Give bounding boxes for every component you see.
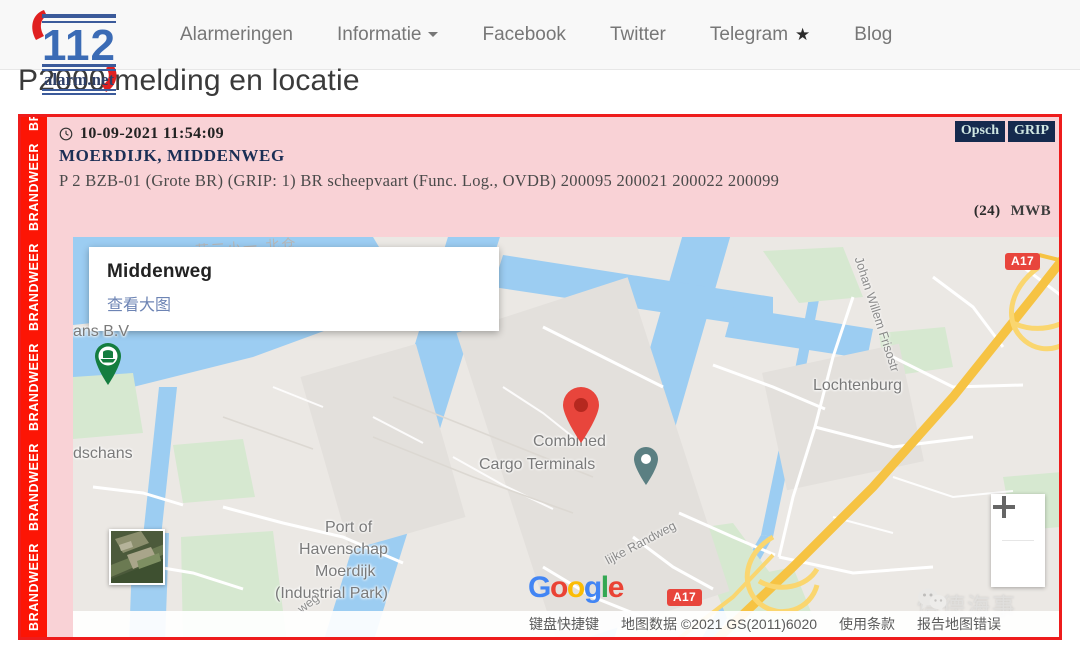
- view-larger-map-link[interactable]: 查看大图: [107, 291, 171, 315]
- brandweer-label: BRANDWEER: [27, 342, 41, 431]
- attrib-report-map-error[interactable]: 报告地图错误: [917, 614, 1001, 634]
- svg-text:alarm.net: alarm.net: [44, 70, 115, 89]
- brandweer-label: BRANDWEER: [27, 242, 41, 331]
- nav-item-alarmeringen[interactable]: Alarmeringen: [158, 24, 315, 46]
- brandweer-label: BRANDWEER: [27, 442, 41, 531]
- nav-label: Telegram: [709, 23, 789, 45]
- brandweer-label: BRANDWEER: [27, 542, 41, 631]
- attrib-terms-of-use[interactable]: 使用条款: [839, 614, 895, 634]
- google-logo-letter: e: [607, 571, 625, 604]
- clock-icon: [59, 127, 73, 141]
- map-canvas[interactable]: 荷三小一 北仓 Middenweg 查看大图 ans B.V dschans L…: [73, 237, 1059, 637]
- map-info-window[interactable]: Middenweg 查看大图: [89, 247, 499, 331]
- alert-footer: (24) MWB: [974, 203, 1051, 220]
- google-logo: Google: [528, 571, 625, 604]
- highway-shield-a17-bottom: A17: [667, 589, 702, 606]
- brandweer-side-bar: BRANDWEER BRANDWEER BRANDWEER BRANDWEER BRAN…: [21, 117, 47, 637]
- nav-item-twitter[interactable]: Twitter: [588, 24, 688, 46]
- attrib-keyboard-shortcuts[interactable]: 键盘快捷键: [529, 614, 599, 634]
- map-attribution-bar: 键盘快捷键 地图数据 ©2021 GS(2011)6020 使用条款 报告地图错…: [73, 611, 1059, 637]
- nav-label: Facebook: [482, 23, 566, 45]
- nav-item-blog[interactable]: Blog: [832, 24, 914, 46]
- badge-opsch[interactable]: Opsch: [954, 121, 1005, 142]
- alert-region: MWB: [1010, 203, 1051, 219]
- badge-grip[interactable]: GRIP: [1008, 121, 1055, 142]
- alert-location: MOERDIJK, MIDDENWEG: [59, 146, 285, 165]
- chevron-down-icon: [428, 32, 439, 37]
- star-icon: ★: [795, 25, 811, 44]
- alert-count: (24): [973, 203, 1001, 219]
- google-logo-letter: o: [566, 571, 585, 604]
- alert-description: P 2 BZB-01 (Grote BR) (GRIP: 1) BR schee…: [59, 171, 780, 190]
- top-navbar: Alarmeringen Informatie Facebook Twitter…: [0, 0, 1080, 70]
- alert-card: BRANDWEER BRANDWEER BRANDWEER BRANDWEER BRAN…: [18, 114, 1062, 640]
- google-logo-letter: G: [528, 571, 551, 604]
- nav-label: Twitter: [609, 23, 666, 45]
- nav-item-telegram[interactable]: Telegram ★: [688, 24, 832, 46]
- alert-text-block: Opsch GRIP 10-09-2021 11:54:09 MOERDIJK,…: [47, 117, 1059, 233]
- google-logo-letter: o: [549, 571, 568, 604]
- alert-timestamp: 10-09-2021 11:54:09: [80, 125, 225, 142]
- map-zoom-controls: [991, 494, 1045, 587]
- alert-timestamp-row: 10-09-2021 11:54:09: [59, 125, 1049, 143]
- nav-items: Alarmeringen Informatie Facebook Twitter…: [158, 24, 914, 46]
- google-logo-letter: l: [600, 571, 609, 604]
- attrib-map-data: 地图数据 ©2021 GS(2011)6020: [621, 616, 818, 632]
- nav-label: Blog: [854, 23, 893, 45]
- alert-badges: Opsch GRIP: [954, 121, 1055, 142]
- brandweer-label: BRANDWEER: [27, 142, 41, 231]
- nav-item-facebook[interactable]: Facebook: [460, 24, 587, 46]
- brandweer-label: BRANDWEER: [27, 117, 41, 137]
- alert-body: Opsch GRIP 10-09-2021 11:54:09 MOERDIJK,…: [47, 117, 1059, 637]
- highway-shield-a17-top: A17: [1005, 253, 1040, 270]
- google-logo-letter: g: [583, 571, 602, 604]
- svg-text:112: 112: [42, 21, 116, 70]
- info-window-title: Middenweg: [107, 261, 213, 282]
- page-root: Alarmeringen Informatie Facebook Twitter…: [0, 0, 1080, 660]
- satellite-view-toggle[interactable]: [109, 529, 165, 585]
- 112alarm-net-logo[interactable]: 112 alarm.net: [16, 2, 140, 102]
- nav-label: Informatie: [337, 23, 422, 45]
- nav-label: Alarmeringen: [180, 23, 293, 45]
- zoom-out-button[interactable]: [991, 505, 1045, 587]
- nav-item-informatie[interactable]: Informatie: [315, 24, 460, 46]
